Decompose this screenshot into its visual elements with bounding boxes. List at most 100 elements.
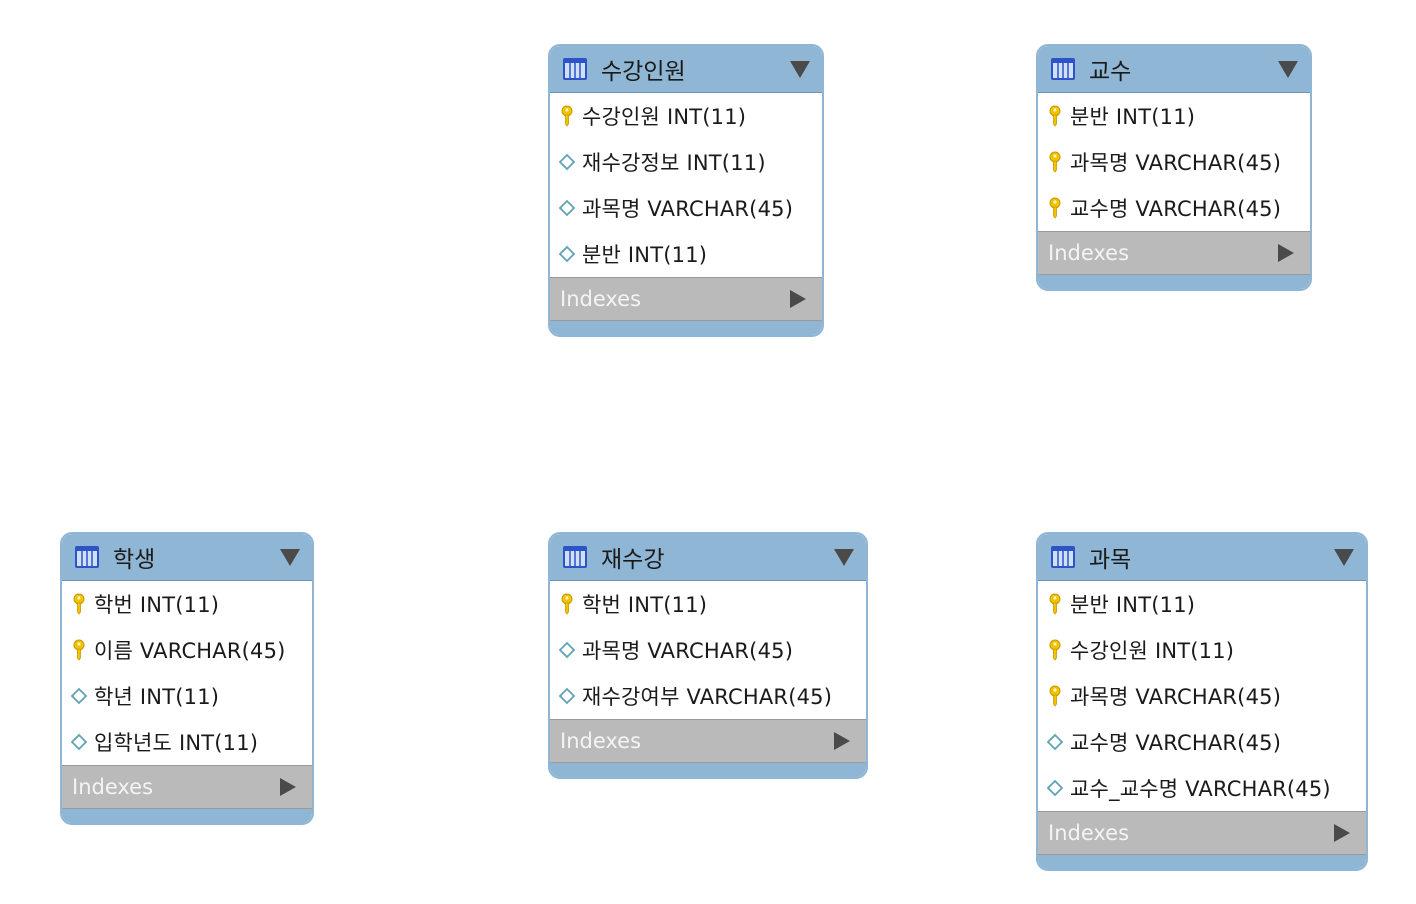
- column-row[interactable]: 교수명 VARCHAR(45): [1038, 719, 1366, 765]
- diamond-icon: [558, 685, 576, 707]
- column-row[interactable]: 교수명 VARCHAR(45): [1038, 185, 1310, 231]
- triangle-right-icon[interactable]: [280, 778, 296, 796]
- table-header[interactable]: 과목: [1038, 534, 1366, 581]
- triangle-right-icon[interactable]: [834, 732, 850, 750]
- indexes-label: Indexes: [560, 287, 642, 311]
- table-icon: [75, 546, 99, 568]
- key-icon: [70, 593, 88, 615]
- column-row[interactable]: 과목명 VARCHAR(45): [550, 185, 822, 231]
- column-text: 재수강정보 INT(11): [582, 151, 766, 175]
- key-icon: [1046, 197, 1064, 219]
- diamond-icon: [558, 151, 576, 173]
- column-text: 재수강여부 VARCHAR(45): [582, 685, 833, 709]
- indexes-label: Indexes: [1048, 821, 1130, 845]
- triangle-down-icon[interactable]: [280, 549, 300, 566]
- table-교수[interactable]: 교수 분반 INT(11) 과목명 VARCHAR(45) 교수명 VARCHAR(…: [1036, 44, 1312, 291]
- table-footer: [1038, 855, 1366, 869]
- table-학생[interactable]: 학생 학번 INT(11) 이름 VARCHAR(45) 학년 INT(11) 입학년…: [60, 532, 314, 825]
- column-row[interactable]: 재수강정보 INT(11): [550, 139, 822, 185]
- column-list: 수강인원 INT(11) 재수강정보 INT(11) 과목명 VARCHAR(45)…: [550, 93, 822, 277]
- key-icon: [558, 593, 576, 615]
- diamond-icon: [70, 685, 88, 707]
- table-title: 수강인원: [601, 59, 686, 85]
- triangle-right-icon[interactable]: [1334, 824, 1350, 842]
- table-footer: [550, 763, 866, 777]
- column-row[interactable]: 분반 INT(11): [1038, 581, 1366, 627]
- column-row[interactable]: 분반 INT(11): [1038, 93, 1310, 139]
- table-footer: [550, 321, 822, 335]
- table-footer: [1038, 275, 1310, 289]
- triangle-down-icon[interactable]: [1334, 549, 1354, 566]
- key-icon: [1046, 593, 1064, 615]
- triangle-down-icon[interactable]: [790, 61, 810, 78]
- indexes-section[interactable]: Indexes: [1038, 811, 1366, 855]
- column-row[interactable]: 수강인원 INT(11): [1038, 627, 1366, 673]
- triangle-down-icon[interactable]: [1278, 61, 1298, 78]
- column-row[interactable]: 학번 INT(11): [550, 581, 866, 627]
- column-text: 입학년도 INT(11): [94, 731, 259, 755]
- triangle-down-icon[interactable]: [834, 549, 854, 566]
- indexes-label: Indexes: [560, 729, 642, 753]
- table-title: 재수강: [601, 547, 665, 573]
- triangle-right-icon[interactable]: [790, 290, 806, 308]
- column-row[interactable]: 입학년도 INT(11): [62, 719, 312, 765]
- column-list: 분반 INT(11) 과목명 VARCHAR(45) 교수명 VARCHAR(45): [1038, 93, 1310, 231]
- column-row[interactable]: 학번 INT(11): [62, 581, 312, 627]
- column-text: 교수_교수명 VARCHAR(45): [1070, 777, 1331, 801]
- column-text: 과목명 VARCHAR(45): [1070, 151, 1282, 175]
- table-icon: [563, 58, 587, 80]
- table-header[interactable]: 수강인원: [550, 46, 822, 93]
- key-icon: [558, 105, 576, 127]
- column-text: 분반 INT(11): [1070, 105, 1196, 129]
- diamond-icon: [558, 639, 576, 661]
- column-text: 교수명 VARCHAR(45): [1070, 731, 1282, 755]
- column-text: 이름 VARCHAR(45): [94, 639, 286, 663]
- column-list: 분반 INT(11) 수강인원 INT(11) 과목명 VARCHAR(45) 교수명…: [1038, 581, 1366, 811]
- column-text: 학번 INT(11): [94, 593, 220, 617]
- column-text: 과목명 VARCHAR(45): [582, 639, 794, 663]
- column-row[interactable]: 학년 INT(11): [62, 673, 312, 719]
- column-row[interactable]: 과목명 VARCHAR(45): [1038, 673, 1366, 719]
- table-과목[interactable]: 과목 분반 INT(11) 수강인원 INT(11) 과목명 VARCHAR(45)…: [1036, 532, 1368, 871]
- indexes-section[interactable]: Indexes: [550, 277, 822, 321]
- indexes-section[interactable]: Indexes: [550, 719, 866, 763]
- diamond-icon: [558, 197, 576, 219]
- table-icon: [1051, 58, 1075, 80]
- column-text: 과목명 VARCHAR(45): [1070, 685, 1282, 709]
- table-수강인원[interactable]: 수강인원 수강인원 INT(11) 재수강정보 INT(11) 과목명 VARCHA…: [548, 44, 824, 337]
- column-row[interactable]: 과목명 VARCHAR(45): [1038, 139, 1310, 185]
- column-text: 분반 INT(11): [582, 243, 708, 267]
- column-row[interactable]: 과목명 VARCHAR(45): [550, 627, 866, 673]
- diamond-icon: [558, 243, 576, 265]
- indexes-label: Indexes: [1048, 241, 1130, 265]
- indexes-label: Indexes: [72, 775, 154, 799]
- column-row[interactable]: 교수_교수명 VARCHAR(45): [1038, 765, 1366, 811]
- column-list: 학번 INT(11) 과목명 VARCHAR(45) 재수강여부 VARCHAR(4…: [550, 581, 866, 719]
- key-icon: [1046, 105, 1064, 127]
- column-text: 학년 INT(11): [94, 685, 220, 709]
- column-text: 학번 INT(11): [582, 593, 708, 617]
- table-header[interactable]: 교수: [1038, 46, 1310, 93]
- diamond-icon: [70, 731, 88, 753]
- column-text: 수강인원 INT(11): [1070, 639, 1235, 663]
- table-icon: [1051, 546, 1075, 568]
- table-header[interactable]: 재수강: [550, 534, 866, 581]
- indexes-section[interactable]: Indexes: [1038, 231, 1310, 275]
- column-row[interactable]: 이름 VARCHAR(45): [62, 627, 312, 673]
- table-재수강[interactable]: 재수강 학번 INT(11) 과목명 VARCHAR(45) 재수강여부 VARCH…: [548, 532, 868, 779]
- column-row[interactable]: 분반 INT(11): [550, 231, 822, 277]
- indexes-section[interactable]: Indexes: [62, 765, 312, 809]
- key-icon: [1046, 639, 1064, 661]
- triangle-right-icon[interactable]: [1278, 244, 1294, 262]
- column-text: 교수명 VARCHAR(45): [1070, 197, 1282, 221]
- column-row[interactable]: 수강인원 INT(11): [550, 93, 822, 139]
- key-icon: [70, 639, 88, 661]
- table-header[interactable]: 학생: [62, 534, 312, 581]
- table-title: 과목: [1089, 547, 1132, 573]
- column-list: 학번 INT(11) 이름 VARCHAR(45) 학년 INT(11) 입학년도 I…: [62, 581, 312, 765]
- column-row[interactable]: 재수강여부 VARCHAR(45): [550, 673, 866, 719]
- diamond-icon: [1046, 777, 1064, 799]
- column-text: 수강인원 INT(11): [582, 105, 747, 129]
- table-icon: [563, 546, 587, 568]
- table-title: 학생: [113, 547, 156, 573]
